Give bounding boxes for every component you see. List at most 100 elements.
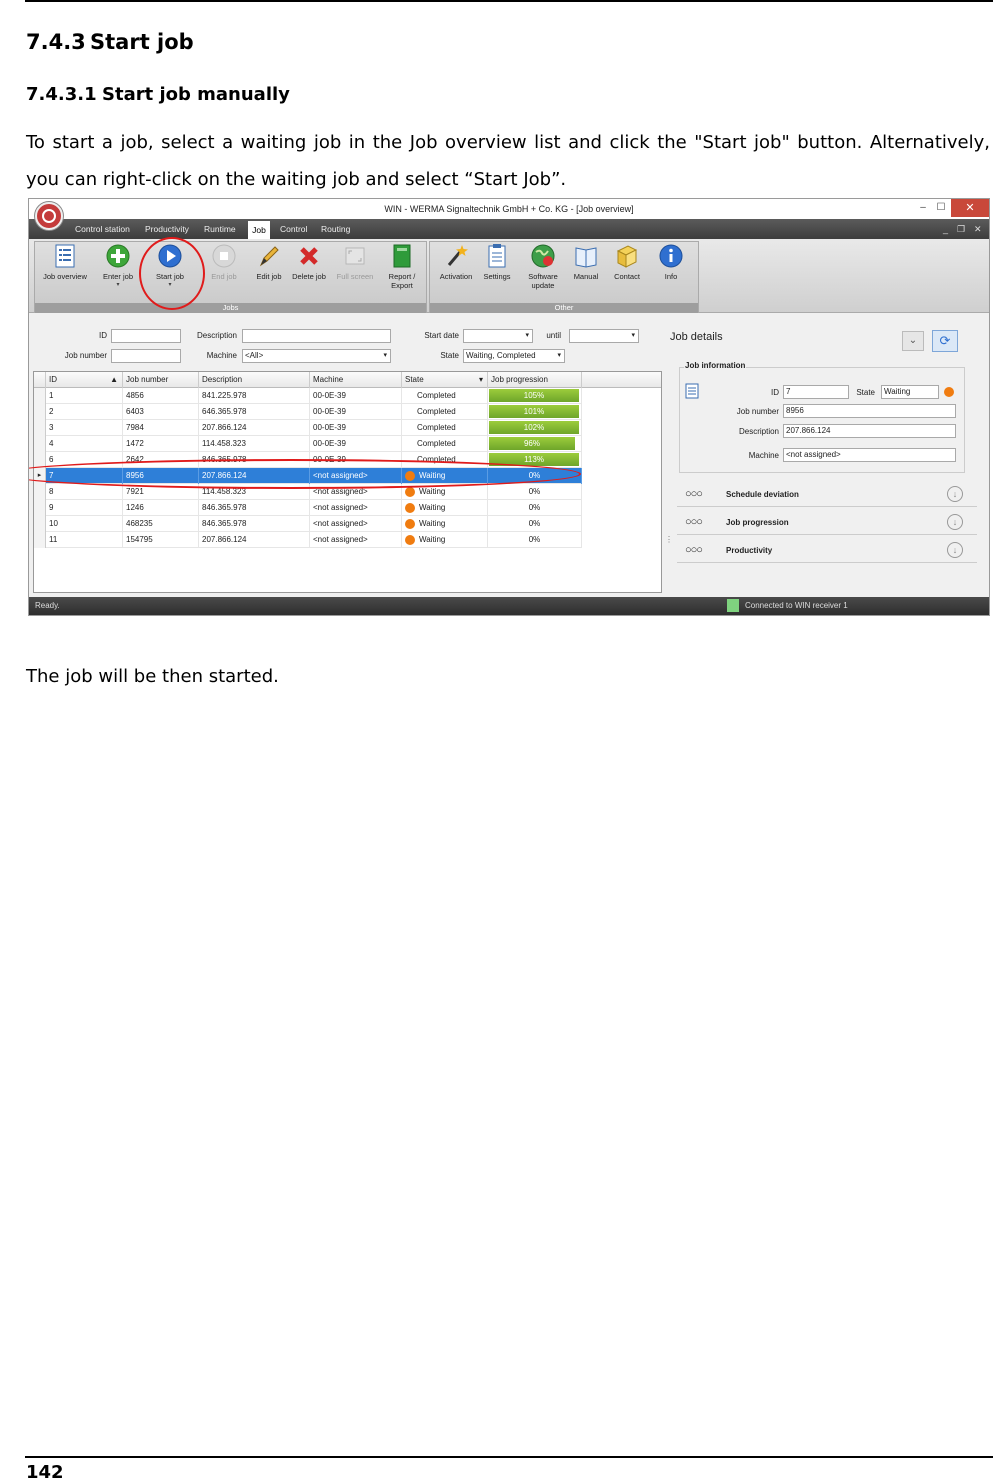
table-row[interactable]: 9 1246 846.365.978 <not assigned> Waiting 0% [34, 500, 582, 516]
cell-id: 9 [46, 500, 123, 516]
start-date-picker[interactable]: ▾ [463, 329, 533, 343]
menu-runtime[interactable]: Runtime [204, 224, 236, 234]
expander-job-progression-label: Job progression [726, 518, 789, 527]
menu-control[interactable]: Control [280, 224, 307, 234]
detail-id-field[interactable]: 7 [783, 385, 849, 399]
traffic-light-icon: ○○○ [685, 488, 703, 500]
activation-button[interactable]: Activation [433, 243, 479, 303]
cell-description: 846.365.978 [199, 516, 310, 532]
maximize-button[interactable]: ☐ [931, 201, 951, 215]
mdi-minimize-button[interactable]: _ [943, 224, 948, 234]
info-button[interactable]: Info [653, 243, 689, 303]
column-header-description[interactable]: Description [199, 372, 310, 388]
table-row[interactable]: 3 7984 207.866.124 00-0E-39 Completed 102% [34, 420, 582, 436]
row-indicator [34, 532, 46, 548]
full-screen-button[interactable]: Full screen [331, 243, 379, 303]
splitter-handle[interactable]: ⋮ [665, 535, 673, 544]
ribbon-group-other-label: Other [430, 303, 698, 313]
machine-select-value: <All> [245, 351, 264, 360]
job-overview-label: Job overview [43, 272, 87, 281]
end-job-button[interactable]: End job [201, 243, 247, 303]
connection-status-icon [727, 599, 739, 612]
until-date-picker[interactable]: ▾ [569, 329, 639, 343]
filter-dropdown-icon: ▾ [478, 375, 483, 384]
edit-job-label: Edit job [256, 272, 282, 281]
software-update-button[interactable]: Software update [519, 243, 567, 303]
enter-job-label: Enter job [102, 272, 134, 281]
delete-job-button[interactable]: Delete job [287, 243, 331, 303]
menu-job[interactable]: Job [248, 221, 270, 239]
cell-job-number: 1246 [123, 500, 199, 516]
table-row[interactable]: 4 1472 114.458.323 00-0E-39 Completed 96% [34, 436, 582, 452]
subsection-heading: 7.4.3.1 Start job manually [26, 84, 290, 105]
full-screen-label: Full screen [336, 272, 374, 281]
globe-icon [531, 244, 555, 268]
enter-job-button[interactable]: Enter job ▾ [95, 243, 141, 303]
table-row[interactable]: 1 4856 841.225.978 00-0E-39 Completed 105% [34, 388, 582, 404]
detail-description-field[interactable]: 207.866.124 [783, 424, 956, 438]
column-header-state[interactable]: State ▾ [402, 372, 488, 388]
machine-select[interactable]: <All> ▾ [242, 349, 391, 363]
minimize-button[interactable]: – [913, 201, 933, 215]
detail-machine-field[interactable]: <not assigned> [783, 448, 956, 462]
column-header-job-progression[interactable]: Job progression [488, 372, 582, 388]
detail-job-number-field[interactable]: 8956 [783, 404, 956, 418]
cell-machine: 00-0E-39 [310, 420, 402, 436]
chevron-down-icon: ▾ [525, 332, 529, 339]
subsection-title: Start job manually [102, 84, 290, 105]
mdi-close-button[interactable]: ✕ [974, 224, 982, 235]
menu-routing[interactable]: Routing [321, 224, 350, 234]
column-header-machine[interactable]: Machine [310, 372, 402, 388]
table-row[interactable]: 2 6403 646.365.978 00-0E-39 Completed 101% [34, 404, 582, 420]
report-export-button[interactable]: Report / Export [381, 243, 423, 303]
column-header-id-label: ID [49, 375, 57, 384]
menu-productivity[interactable]: Productivity [145, 224, 189, 234]
cell-description: 114.458.323 [199, 436, 310, 452]
cell-machine: 00-0E-39 [310, 388, 402, 404]
table-row[interactable]: 11 154795 207.866.124 <not assigned> Waiting… [34, 532, 582, 548]
collapse-all-button[interactable]: ⌄ [902, 331, 924, 351]
job-overview-button[interactable]: Job overview [37, 243, 93, 303]
detail-state-field[interactable]: Waiting [881, 385, 939, 399]
progress-bar: 101% [489, 405, 579, 418]
waiting-status-dot [405, 519, 415, 529]
refresh-button[interactable]: ⟳ [932, 330, 958, 352]
state-select[interactable]: Waiting, Completed ▾ [463, 349, 565, 363]
info-icon [659, 244, 683, 268]
page-number: 142 [26, 1462, 64, 1482]
detail-id-label: ID [771, 388, 779, 397]
column-header-id[interactable]: ID ▲ [46, 372, 123, 388]
cell-state: Waiting [402, 500, 488, 516]
expand-down-icon[interactable]: ↓ [947, 486, 963, 502]
filter-id-input[interactable] [111, 329, 181, 343]
filter-description-input[interactable] [242, 329, 391, 343]
cell-job-progression: 0% [488, 516, 582, 532]
chevron-down-icon: ▾ [116, 282, 120, 288]
cell-job-number: 6403 [123, 404, 199, 420]
expander-schedule-deviation[interactable]: ○○○ Schedule deviation ↓ [677, 481, 977, 507]
cell-machine: <not assigned> [310, 532, 402, 548]
filter-machine-label: Machine [206, 351, 237, 360]
detail-state-label: State [856, 388, 875, 397]
cell-id: 4 [46, 436, 123, 452]
expand-down-icon[interactable]: ↓ [947, 514, 963, 530]
contact-button[interactable]: Contact [607, 243, 647, 303]
manual-button[interactable]: Manual [567, 243, 605, 303]
expand-down-icon[interactable]: ↓ [947, 542, 963, 558]
filter-job-number-input[interactable] [111, 349, 181, 363]
ribbon: Jobs Other Job overview Enter job ▾ Star… [29, 237, 989, 314]
mdi-restore-button[interactable]: ❐ [957, 224, 965, 235]
close-button[interactable]: ✕ [951, 199, 989, 217]
detail-machine-label: Machine [748, 451, 779, 460]
table-row[interactable]: 10 468235 846.365.978 <not assigned> Waiting… [34, 516, 582, 532]
settings-button[interactable]: Settings [477, 243, 517, 303]
app-logo[interactable] [35, 202, 63, 230]
delete-job-label: Delete job [292, 272, 326, 281]
bottom-rule [25, 1456, 993, 1458]
column-header-job-number[interactable]: Job number [123, 372, 199, 388]
edit-job-button[interactable]: Edit job [249, 243, 289, 303]
menu-control-station[interactable]: Control station [75, 224, 130, 234]
state-text: Completed [417, 407, 456, 416]
expander-job-progression[interactable]: ○○○ Job progression ↓ [677, 509, 977, 535]
expander-productivity[interactable]: ○○○ Productivity ↓ [677, 537, 977, 563]
